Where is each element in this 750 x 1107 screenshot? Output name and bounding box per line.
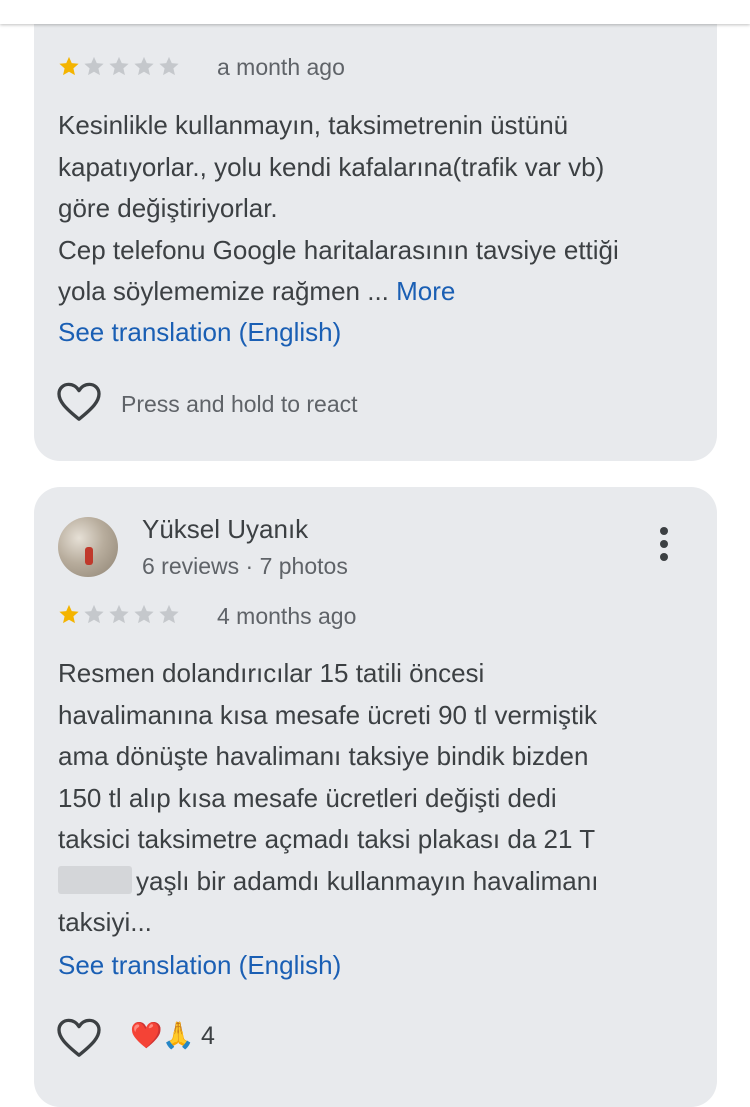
star-rating-2 — [58, 603, 180, 625]
review-line: taksici taksimetre açmadı taksi plakası … — [58, 824, 596, 854]
star-filled-icon — [59, 604, 79, 624]
star-empty-icon — [84, 604, 104, 624]
review-body: Kesinlikle kullanmayın, taksimetrenin üs… — [58, 105, 688, 313]
review-card-1: a month ago Kesinlikle kullanmayın, taks… — [34, 0, 717, 461]
review-date: 4 months ago — [217, 603, 357, 629]
see-translation-link[interactable]: See translation (English) — [58, 317, 341, 348]
review-line: havalimanına kısa mesafe ücreti 90 tl ve… — [58, 699, 597, 730]
more-link[interactable]: More — [396, 276, 455, 306]
review-line: ama dönüşte havalimanı taksiye bindik bi… — [58, 741, 589, 771]
review-body: Resmen dolandırıcılar 15 tatili öncesi h… — [58, 653, 688, 944]
review-line: göre değiştiriyorlar. — [58, 193, 278, 223]
review-card-2: Yüksel Uyanık 6 reviews · 7 photos 4 mon… — [34, 487, 717, 1107]
star-empty-icon — [159, 56, 179, 76]
review-line: Cep telefonu Google haritalarasının tavs… — [58, 234, 619, 265]
review-line: yaşlı bir adamdı kullanmayın havalimanı — [58, 861, 688, 903]
star-empty-icon — [109, 56, 129, 76]
star-rating-1 — [58, 55, 180, 77]
heart-icon[interactable] — [56, 382, 102, 422]
more-options-icon[interactable] — [654, 527, 674, 567]
review-line: kapatıyorlar., yolu kendi kafalarına(tra… — [58, 151, 605, 182]
review-line: Resmen dolandırıcılar 15 tatili öncesi — [58, 658, 485, 688]
review-date: a month ago — [217, 54, 345, 80]
star-empty-icon — [134, 604, 154, 624]
top-bar — [0, 0, 750, 24]
review-line: Kesinlikle kullanmayın, taksimetrenin üs… — [58, 110, 569, 140]
star-empty-icon — [109, 604, 129, 624]
review-line: taksiyi... — [58, 907, 152, 937]
star-empty-icon — [159, 604, 179, 624]
star-filled-icon — [59, 56, 79, 76]
reaction-count: 4 — [201, 1022, 215, 1050]
redacted-plate — [58, 865, 132, 894]
see-translation-link[interactable]: See translation (English) — [58, 950, 341, 981]
review-line: 150 tl alıp kısa mesafe ücretleri değişt… — [58, 782, 557, 813]
avatar[interactable] — [58, 517, 118, 577]
avatar-figure — [85, 547, 93, 565]
star-empty-icon — [134, 56, 154, 76]
author-meta: 6 reviews · 7 photos — [142, 553, 348, 579]
heart-icon[interactable] — [56, 1018, 102, 1058]
author-name[interactable]: Yüksel Uyanık — [142, 514, 308, 545]
star-empty-icon — [84, 56, 104, 76]
react-hint: Press and hold to react — [121, 391, 358, 417]
review-line: yola söylememize rağmen ... More — [58, 276, 456, 306]
reaction-emojis[interactable]: ❤️🙏 — [130, 1020, 195, 1051]
